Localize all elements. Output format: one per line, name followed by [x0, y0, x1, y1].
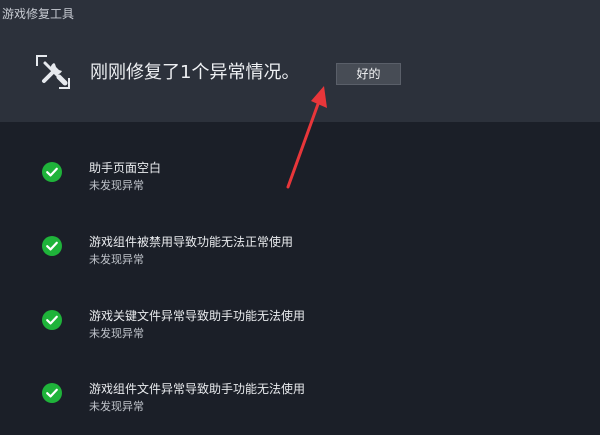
check-circle-icon [42, 383, 62, 403]
check-item-status: 未发现异常 [89, 400, 144, 413]
repair-tool-window: 游戏修复工具 刚刚修复了1个异常情况。 好的 助手页面空白 未发现异常 游戏组件… [0, 0, 600, 435]
check-item: 游戏组件文件异常导致助手功能无法使用 未发现异常 [0, 381, 600, 431]
repair-result-message: 刚刚修复了1个异常情况。 [90, 62, 300, 83]
check-item: 游戏关键文件异常导致助手功能无法使用 未发现异常 [0, 308, 600, 358]
check-item: 游戏组件被禁用导致功能无法正常使用 未发现异常 [0, 234, 600, 284]
check-item-status: 未发现异常 [89, 179, 144, 192]
check-item-title: 游戏关键文件异常导致助手功能无法使用 [89, 309, 306, 323]
check-item-title: 助手页面空白 [89, 161, 162, 175]
check-item-title: 游戏组件文件异常导致助手功能无法使用 [89, 382, 306, 396]
check-item-status: 未发现异常 [89, 253, 144, 266]
wrench-screwdriver-icon [36, 55, 70, 89]
ok-button[interactable]: 好的 [336, 63, 401, 85]
check-circle-icon [42, 310, 62, 330]
window-title: 游戏修复工具 [2, 7, 75, 21]
check-item-status: 未发现异常 [89, 327, 144, 340]
check-item: 助手页面空白 未发现异常 [0, 160, 600, 210]
check-circle-icon [42, 162, 62, 182]
check-item-title: 游戏组件被禁用导致功能无法正常使用 [89, 235, 294, 249]
check-circle-icon [42, 236, 62, 256]
